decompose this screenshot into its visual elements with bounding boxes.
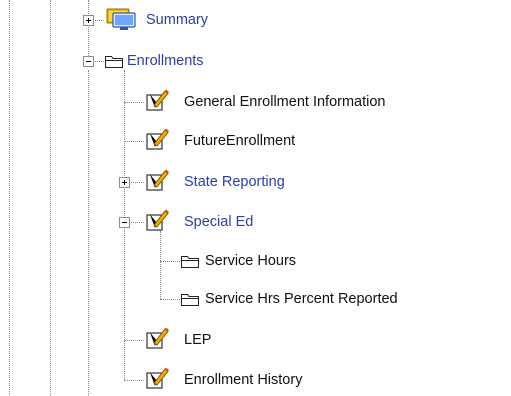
tree-node-lep[interactable]: LEP xyxy=(184,331,211,349)
expand-toggle[interactable] xyxy=(119,177,130,188)
folder-icon xyxy=(104,53,124,73)
collapse-toggle[interactable] xyxy=(83,56,94,67)
edit-note-icon xyxy=(144,127,170,155)
tree-node-special-ed[interactable]: Special Ed xyxy=(184,213,253,231)
tree-connector xyxy=(124,141,144,142)
tree-node-general-enrollment-information[interactable]: General Enrollment Information xyxy=(184,93,386,111)
tree-node-state-reporting[interactable]: State Reporting xyxy=(184,173,285,191)
edit-note-icon xyxy=(144,168,170,196)
tree-node-enrollment-history[interactable]: Enrollment History xyxy=(184,371,302,389)
folder-icon xyxy=(180,291,200,311)
tree-connector xyxy=(124,380,144,381)
tree-node-service-hrs-percent-reported[interactable]: Service Hrs Percent Reported xyxy=(205,290,398,308)
edit-note-icon xyxy=(144,88,170,116)
summary-monitor-icon xyxy=(105,7,139,37)
tree-guide-line xyxy=(88,0,89,60)
tree-guide-line xyxy=(50,0,51,396)
tree-node-future-enrollment[interactable]: FutureEnrollment xyxy=(184,132,295,150)
tree-guide-line xyxy=(9,0,10,396)
expand-toggle[interactable] xyxy=(83,15,94,26)
tree-node-service-hours[interactable]: Service Hours xyxy=(205,252,296,270)
folder-icon xyxy=(180,253,200,273)
tree-connector xyxy=(160,299,180,300)
edit-note-icon xyxy=(144,208,170,236)
tree-node-summary[interactable]: Summary xyxy=(146,11,208,29)
collapse-toggle[interactable] xyxy=(119,217,130,228)
tree-guide-line xyxy=(88,70,89,396)
tree-connector xyxy=(124,340,144,341)
tree-guide-line xyxy=(160,231,161,299)
tree-node-enrollments[interactable]: Enrollments xyxy=(127,52,204,70)
tree-connector xyxy=(124,102,144,103)
edit-note-icon xyxy=(144,366,170,394)
edit-note-icon xyxy=(144,326,170,354)
tree-connector xyxy=(160,261,180,262)
